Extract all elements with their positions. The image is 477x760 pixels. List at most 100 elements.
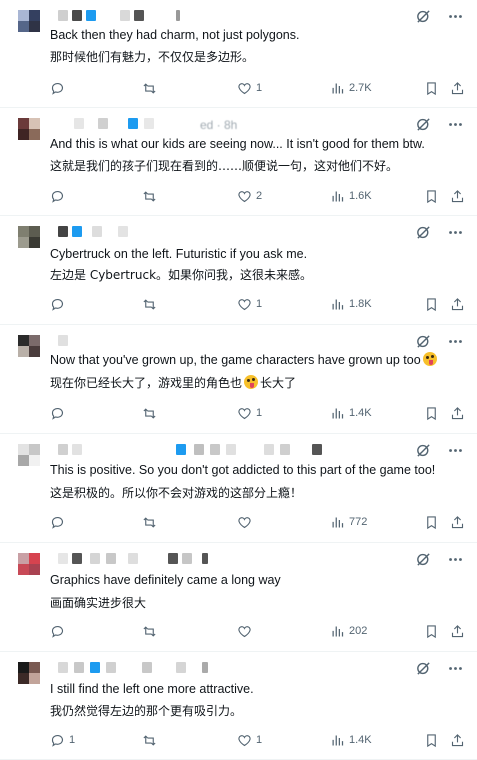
like-count: 1 <box>256 734 263 746</box>
retweet-button[interactable] <box>142 78 161 98</box>
views-button[interactable]: 1.4K <box>330 730 372 750</box>
like-button[interactable] <box>237 512 256 532</box>
avatar-pixel <box>29 673 40 684</box>
reply-button[interactable]: 1 <box>50 730 75 750</box>
tweet-actions: 1 1.8K <box>50 294 468 314</box>
avatar[interactable] <box>18 118 50 158</box>
share-button[interactable] <box>450 512 465 532</box>
redacted-block <box>90 662 100 673</box>
like-button[interactable] <box>237 621 256 641</box>
redacted-block <box>120 10 130 21</box>
avatar[interactable] <box>18 10 50 50</box>
avatar-pixel <box>18 673 29 684</box>
more-icon[interactable] <box>445 549 465 569</box>
retweet-button[interactable] <box>142 512 161 532</box>
views-button[interactable]: 202 <box>330 621 367 641</box>
redacted-block <box>58 553 68 564</box>
share-icon <box>451 297 464 310</box>
views-button[interactable]: 1.8K <box>330 294 372 314</box>
tweet-7[interactable]: I still find the left one more attractiv… <box>0 652 477 760</box>
avatar[interactable] <box>18 335 50 375</box>
reply-button[interactable] <box>50 294 69 314</box>
retweet-button[interactable] <box>142 730 161 750</box>
share-button[interactable] <box>450 78 465 98</box>
view-count: 1.4K <box>349 734 372 746</box>
bookmark-button[interactable] <box>424 512 439 532</box>
bookmark-button[interactable] <box>424 186 439 206</box>
tweet-6[interactable]: Graphics have definitely came a long way… <box>0 543 477 652</box>
more-icon[interactable] <box>445 6 465 26</box>
share-button[interactable] <box>450 730 465 750</box>
reply-count: 1 <box>69 734 76 746</box>
retweet-button[interactable] <box>142 403 161 423</box>
heart-icon <box>238 734 251 746</box>
avatar[interactable] <box>18 553 50 593</box>
views-button[interactable]: 1.6K <box>330 186 372 206</box>
share-button[interactable] <box>450 294 465 314</box>
views-button[interactable]: 772 <box>330 512 367 532</box>
like-button[interactable]: 1 <box>237 403 262 423</box>
share-button[interactable] <box>450 621 465 641</box>
heart-icon <box>238 516 251 528</box>
avatar[interactable] <box>18 662 50 702</box>
tweet-translation: 这就是我们的孩子们现在看到的……顺便说一句，这对他们不好。 <box>50 159 399 173</box>
retweet-button[interactable] <box>142 621 161 641</box>
grok-icon[interactable] <box>413 114 433 134</box>
reply-button[interactable] <box>50 512 69 532</box>
redacted-block <box>176 444 186 455</box>
reply-icon <box>51 625 64 638</box>
tweet-actions: 202 <box>50 621 468 641</box>
tweet-1[interactable]: Back then they had charm, not just polyg… <box>0 0 477 108</box>
views-button[interactable]: 1.4K <box>330 403 372 423</box>
avatar-pixel <box>29 226 40 237</box>
grok-icon[interactable] <box>413 658 433 678</box>
like-button[interactable]: 1 <box>237 294 262 314</box>
reply-button[interactable] <box>50 78 69 98</box>
more-icon[interactable] <box>445 658 465 678</box>
tweet-actions: 2 1.6K <box>50 186 468 206</box>
retweet-button[interactable] <box>142 186 161 206</box>
redacted-block <box>58 10 68 21</box>
like-button[interactable]: 1 <box>237 78 262 98</box>
tweet-3[interactable]: Cybertruck on the left. Futuristic if yo… <box>0 216 477 325</box>
tweet-2[interactable]: ed · 8h And this is what our kids are se… <box>0 108 477 216</box>
redacted-block <box>264 444 274 455</box>
bookmark-button[interactable] <box>424 403 439 423</box>
retweet-button[interactable] <box>142 294 161 314</box>
tweet-text: Back then they had charm, not just polyg… <box>50 28 300 42</box>
reply-icon <box>51 407 64 420</box>
reply-button[interactable] <box>50 621 69 641</box>
retweet-icon <box>143 407 156 419</box>
like-button[interactable]: 1 <box>237 730 262 750</box>
redacted-block <box>58 662 68 673</box>
tweet-translation: 我仍然觉得左边的那个更有吸引力。 <box>50 704 243 718</box>
like-button[interactable]: 2 <box>237 186 262 206</box>
tweet-5[interactable]: This is positive. So you don't got addic… <box>0 434 477 543</box>
views-button[interactable]: 2.7K <box>330 78 372 98</box>
avatar-pixel <box>18 346 29 357</box>
redacted-block <box>280 444 290 455</box>
tweet-4[interactable]: Now that you've grown up, the game chara… <box>0 325 477 434</box>
avatar[interactable] <box>18 444 50 484</box>
grok-icon[interactable] <box>413 6 433 26</box>
more-icon[interactable] <box>445 440 465 460</box>
grok-icon[interactable] <box>413 440 433 460</box>
avatar-pixel <box>29 553 40 564</box>
grok-icon[interactable] <box>413 331 433 351</box>
bookmark-button[interactable] <box>424 730 439 750</box>
reply-button[interactable] <box>50 186 69 206</box>
reply-button[interactable] <box>50 403 69 423</box>
bookmark-button[interactable] <box>424 294 439 314</box>
more-icon[interactable] <box>445 114 465 134</box>
bookmark-button[interactable] <box>424 78 439 98</box>
grok-icon[interactable] <box>413 222 433 242</box>
redacted-block <box>72 226 82 237</box>
share-button[interactable] <box>450 186 465 206</box>
grok-icon[interactable] <box>413 549 433 569</box>
share-button[interactable] <box>450 403 465 423</box>
more-icon[interactable] <box>445 222 465 242</box>
avatar[interactable] <box>18 226 50 266</box>
more-icon[interactable] <box>445 331 465 351</box>
avatar-pixel <box>18 118 29 129</box>
bookmark-button[interactable] <box>424 621 439 641</box>
